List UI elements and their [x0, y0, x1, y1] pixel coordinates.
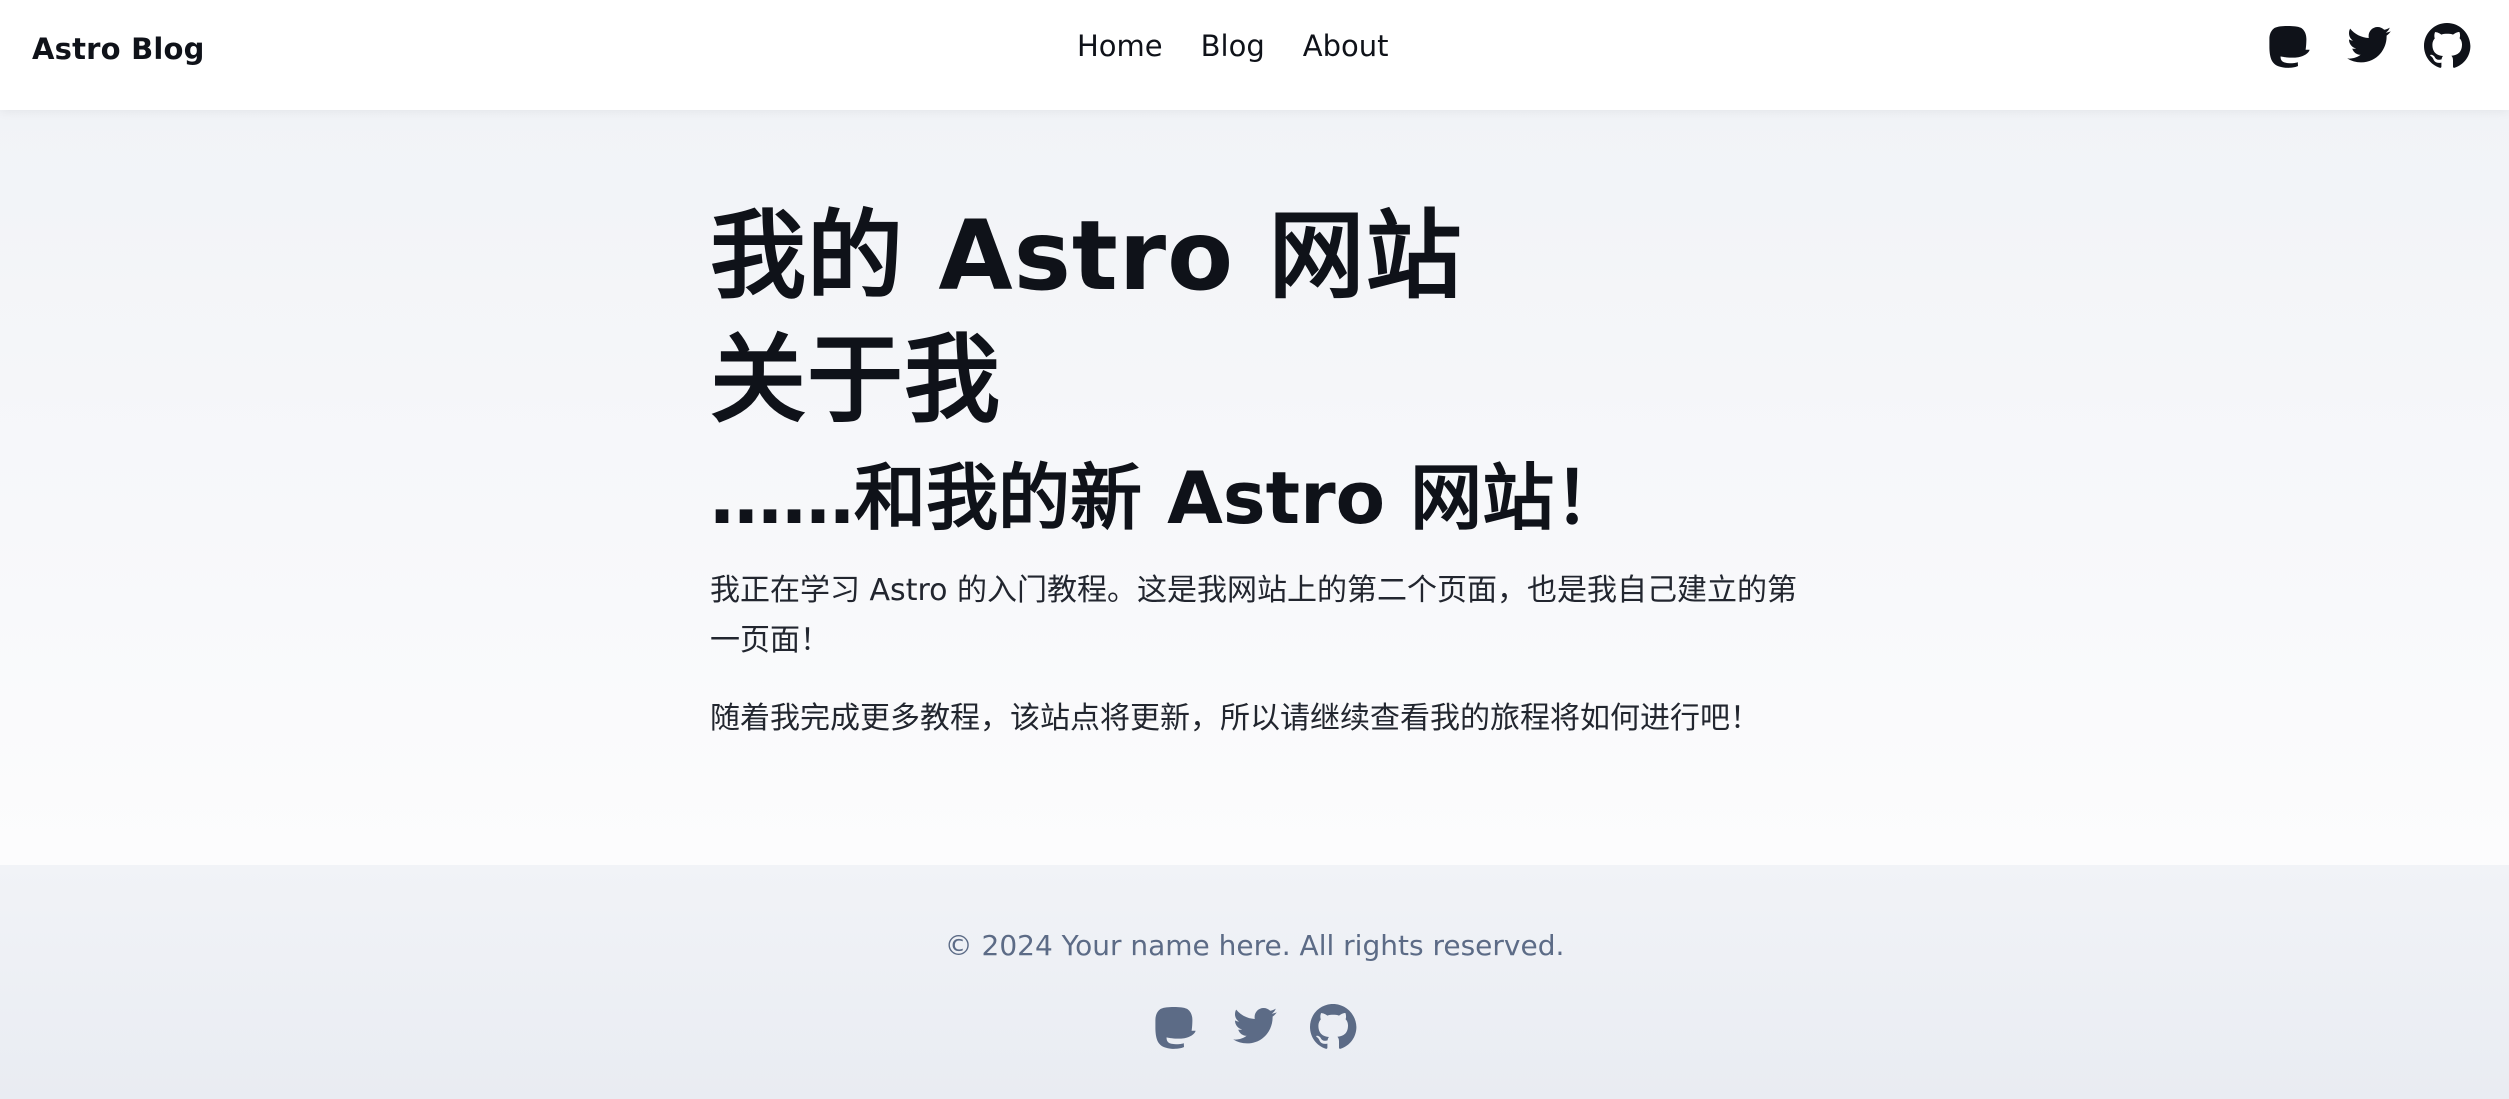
nav-link-about[interactable]: About	[1303, 26, 1389, 66]
site-footer: © 2024 Your name here. All rights reserv…	[0, 865, 2509, 1099]
main-nav: Home Blog About	[1077, 26, 1389, 66]
page-content: 我的 Astro 网站 关于我 ……和我的新 Astro 网站！ 我正在学习 A…	[710, 194, 1810, 744]
site-header: Astro Blog Home Blog About	[0, 0, 2509, 110]
header-social-links	[2267, 22, 2471, 70]
twitter-icon[interactable]	[2345, 22, 2393, 70]
twitter-icon[interactable]	[1231, 1003, 1279, 1051]
page-title: 我的 Astro 网站	[710, 200, 1463, 312]
nav-link-blog[interactable]: Blog	[1201, 26, 1265, 66]
nav-link-home[interactable]: Home	[1077, 26, 1163, 66]
brand-link[interactable]: Astro Blog	[32, 32, 205, 66]
mastodon-icon[interactable]	[1153, 1003, 1201, 1051]
github-icon[interactable]	[2423, 22, 2471, 70]
update-paragraph: 随着我完成更多教程，该站点将更新，所以请继续查看我的旅程将如何进行吧！	[710, 701, 1760, 736]
github-icon[interactable]	[1309, 1003, 1357, 1051]
page-subtitle: 关于我	[710, 324, 1001, 436]
footer-social-links	[0, 1003, 2509, 1051]
main-content-area: 我的 Astro 网站 关于我 ……和我的新 Astro 网站！ 我正在学习 A…	[0, 110, 2509, 865]
mastodon-icon[interactable]	[2267, 22, 2315, 70]
copyright-text: © 2024 Your name here. All rights reserv…	[944, 929, 1565, 962]
section-heading: ……和我的新 Astro 网站！	[710, 456, 1627, 540]
intro-paragraph: 我正在学习 Astro 的入门教程。这是我网站上的第二个页面，也是我自己建立的第…	[710, 573, 1798, 658]
